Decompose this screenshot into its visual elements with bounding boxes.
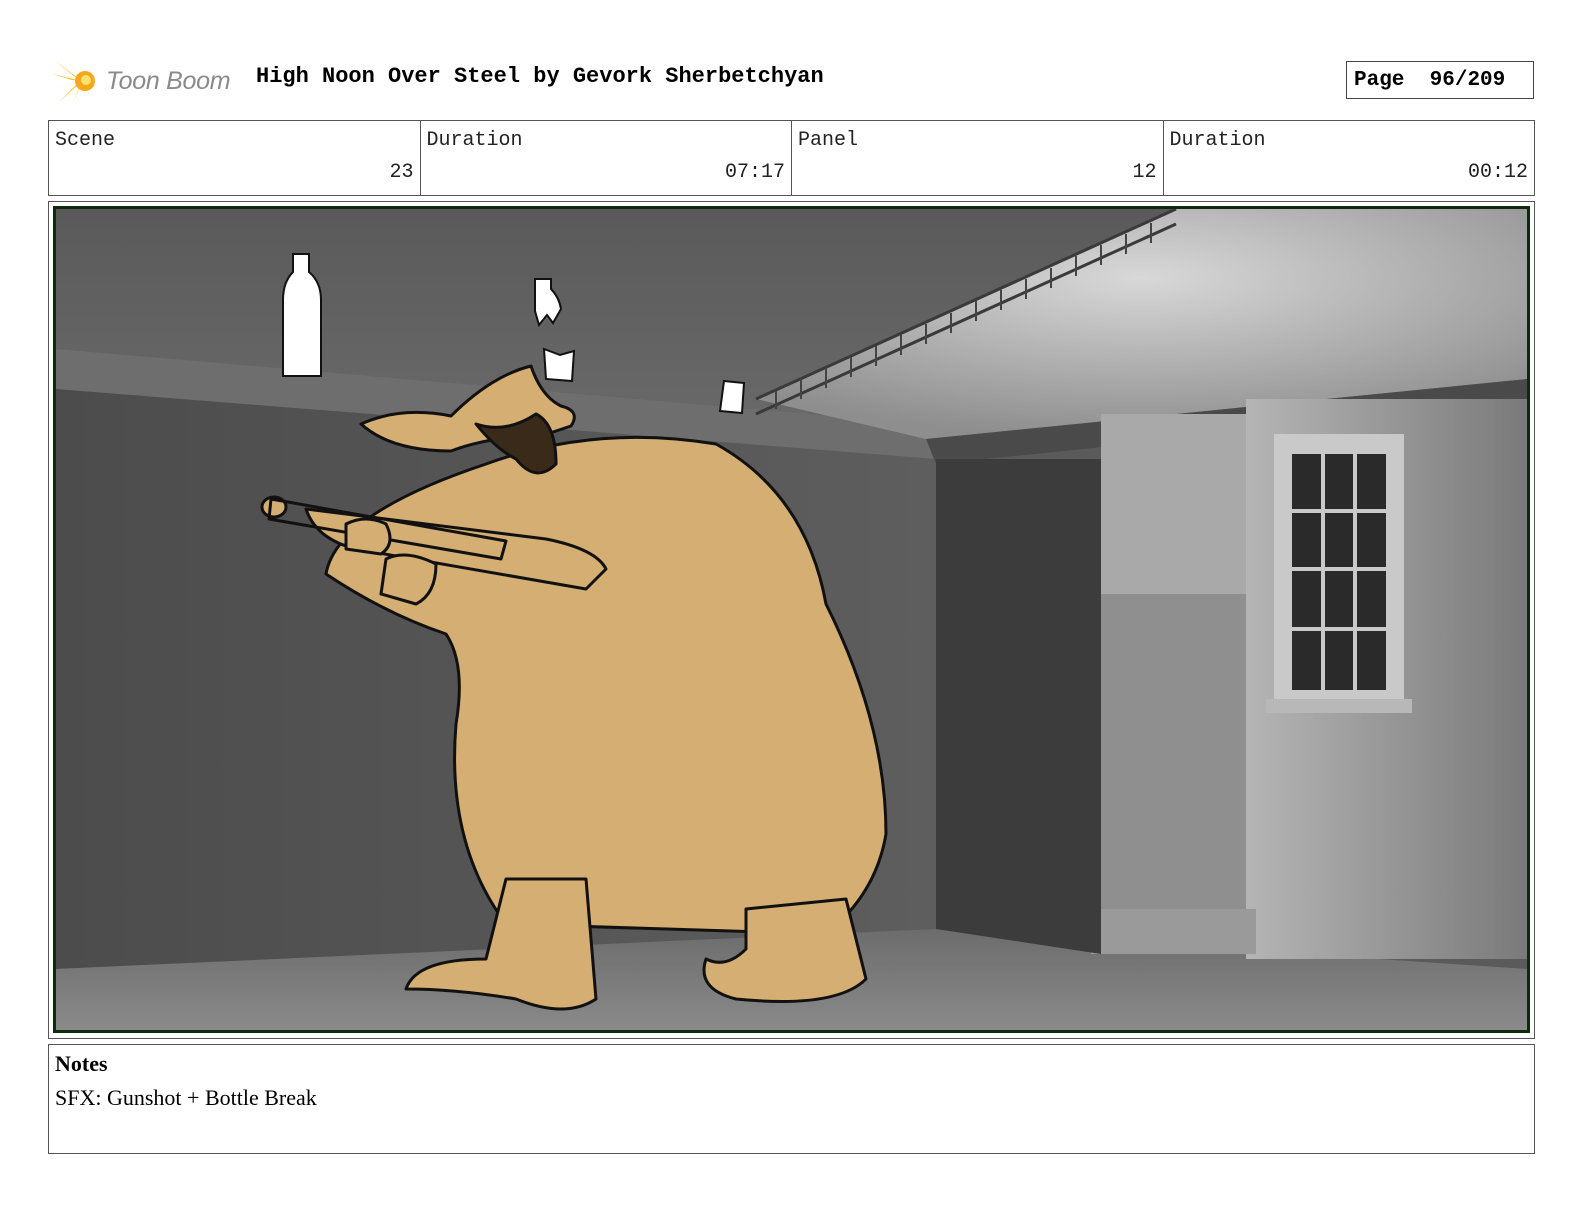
panel-info-row: Scene 23 Duration 07:17 Panel 12 Duratio… <box>48 120 1535 196</box>
panel-value: 12 <box>1132 161 1157 184</box>
scene-duration-label: Duration <box>426 129 523 152</box>
panel-label: Panel <box>798 129 859 152</box>
toon-boom-logo: Toon Boom <box>52 56 240 106</box>
panel-cell: Panel 12 <box>791 121 1163 195</box>
page-number: 96/209 <box>1429 68 1506 92</box>
scene-illustration <box>56 209 1527 1030</box>
panel-duration-label: Duration <box>1169 129 1266 152</box>
storyboard-panel-image <box>53 206 1530 1033</box>
scene-duration-value: 07:17 <box>724 161 785 184</box>
scene-cell: Scene 23 <box>49 121 420 195</box>
sunburst-icon <box>52 58 95 105</box>
scene-label: Scene <box>55 129 116 152</box>
panel-duration-cell: Duration 00:12 <box>1162 121 1535 195</box>
notes-section: Notes SFX: Gunshot + Bottle Break <box>48 1044 1535 1154</box>
logo-wordmark: Toon Boom <box>106 66 231 95</box>
panel-duration-value: 00:12 <box>1467 161 1528 184</box>
document-title: High Noon Over Steel by Gevork Sherbetch… <box>256 64 824 89</box>
page-indicator: Page 96/209 <box>1346 61 1534 99</box>
scene-value: 23 <box>389 161 414 184</box>
page-label: Page <box>1354 68 1405 92</box>
notes-text: SFX: Gunshot + Bottle Break <box>55 1085 317 1110</box>
scene-duration-cell: Duration 07:17 <box>419 121 792 195</box>
notes-title: Notes <box>55 1051 108 1076</box>
